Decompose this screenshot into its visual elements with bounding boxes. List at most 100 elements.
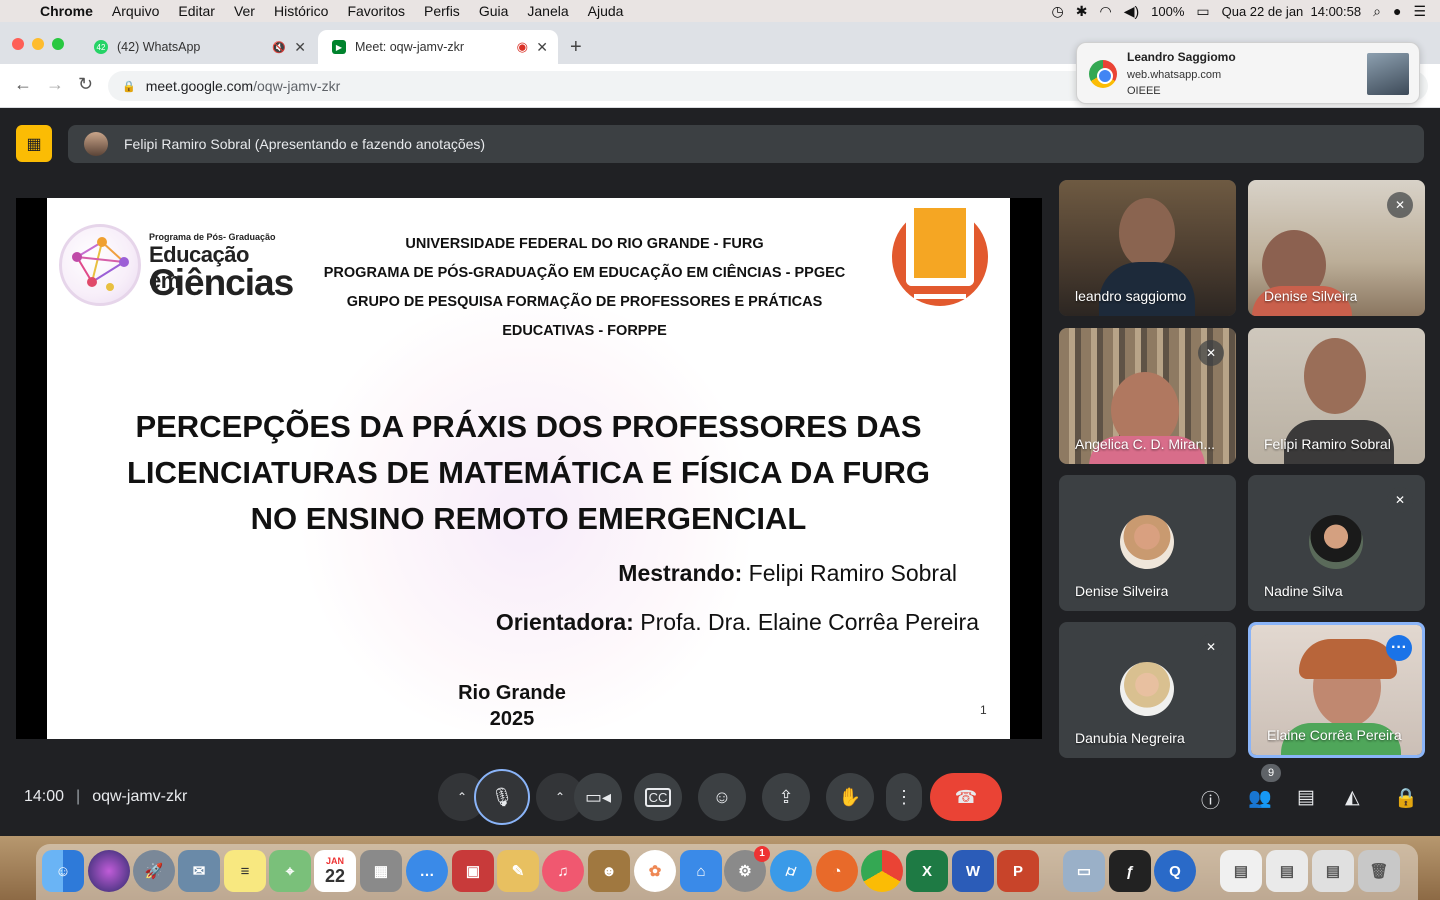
meeting-details-icon[interactable]: ⓘ	[1201, 786, 1220, 813]
reactions-button[interactable]: ☺	[698, 773, 746, 821]
muted-mic-icon: ✕	[1198, 634, 1224, 660]
menu-editar[interactable]: Editar	[178, 3, 215, 19]
document-stack-icon[interactable]: ▤	[1266, 850, 1308, 892]
launchpad-icon[interactable]: 🚀	[133, 850, 175, 892]
lock-icon[interactable]: 🔒	[122, 80, 136, 93]
battery-icon[interactable]: ▭	[1196, 3, 1209, 20]
window-close-button[interactable]	[12, 38, 24, 50]
menu-historico[interactable]: Histórico	[274, 3, 328, 19]
finder-icon[interactable]: ☺	[42, 850, 84, 892]
participant-tile[interactable]: ✕ Danubia Negreira	[1059, 622, 1236, 758]
host-controls-icon[interactable]: 🔒	[1394, 786, 1418, 810]
notification-message: OIEEE	[1127, 85, 1161, 97]
messages-icon[interactable]: …	[406, 850, 448, 892]
image-capture-icon[interactable]: ✉	[178, 850, 220, 892]
more-vert-icon: ⋮	[895, 786, 913, 807]
forward-button[interactable]: →	[46, 74, 64, 95]
participant-tile[interactable]: Denise Silveira	[1059, 475, 1236, 611]
music-icon[interactable]: ♫	[542, 850, 584, 892]
volume-icon[interactable]: ◀)	[1124, 3, 1139, 20]
participant-tile-active-speaker[interactable]: ··· Elaine Corrêa Pereira	[1248, 622, 1425, 758]
tab-close-icon[interactable]: ✕	[294, 39, 306, 56]
document-stack-icon[interactable]: ▤	[1312, 850, 1354, 892]
word-icon[interactable]: W	[952, 850, 994, 892]
present-button[interactable]: ⇪	[762, 773, 810, 821]
time-machine-icon[interactable]: ◷	[1052, 3, 1064, 20]
maps-icon[interactable]: ⌖	[269, 850, 311, 892]
chat-icon[interactable]: ▤	[1297, 786, 1315, 809]
stop-presentation-icon[interactable]: ▦	[16, 125, 52, 162]
presenter-avatar	[84, 132, 108, 156]
whatsapp-notification[interactable]: Leandro Saggiomo web.whatsapp.com OIEEE	[1076, 42, 1420, 104]
leave-call-button[interactable]: ☎	[930, 773, 1002, 821]
quicktime-icon[interactable]: Q	[1154, 850, 1196, 892]
menu-ver[interactable]: Ver	[234, 3, 255, 19]
tab-whatsapp[interactable]: 42 (42) WhatsApp 🔇 ✕	[80, 30, 316, 64]
menu-arquivo[interactable]: Arquivo	[112, 3, 159, 19]
siri-icon[interactable]: ●	[1393, 3, 1401, 19]
bluetooth-icon[interactable]: ✱	[1076, 3, 1088, 20]
participant-tile[interactable]: ✕ Nadine Silva	[1248, 475, 1425, 611]
menu-janela[interactable]: Janela	[527, 3, 568, 19]
menu-favoritos[interactable]: Favoritos	[347, 3, 405, 19]
more-options-icon[interactable]: ···	[1386, 635, 1412, 661]
tab-meet[interactable]: ▶ Meet: oqw-jamv-zkr ◉ ✕	[318, 30, 558, 64]
captions-button[interactable]: CC	[634, 773, 682, 821]
calendar-icon[interactable]: JAN 22	[314, 850, 356, 892]
calculator-icon[interactable]: ▦	[360, 850, 402, 892]
document-stack-icon[interactable]: ▤	[1220, 850, 1262, 892]
flash-player-icon[interactable]: ƒ	[1109, 850, 1151, 892]
photo-booth-icon[interactable]: ▣	[452, 850, 494, 892]
chrome-dock-icon[interactable]	[861, 850, 903, 892]
menu-guia[interactable]: Guia	[479, 3, 509, 19]
wifi-icon[interactable]: ◠	[1099, 3, 1111, 20]
macos-menubar: Chrome Arquivo Editar Ver Histórico Favo…	[0, 0, 1440, 22]
back-button[interactable]: ←	[14, 74, 32, 95]
safari-icon[interactable]: ⌭	[770, 850, 812, 892]
meet-main: ▦ Felipi Ramiro Sobral (Apresentando e f…	[0, 108, 1440, 836]
notes-icon[interactable]: ≡	[224, 850, 266, 892]
powerpoint-icon[interactable]: P	[997, 850, 1039, 892]
orientadora-line: Orientadora: Profa. Dra. Elaine Corrêa P…	[347, 609, 979, 636]
trash-icon[interactable]: 🗑	[1358, 850, 1400, 892]
menu-ajuda[interactable]: Ajuda	[588, 3, 624, 19]
contacts-icon[interactable]: ☻	[588, 850, 630, 892]
participant-tile[interactable]: leandro saggiomo	[1059, 180, 1236, 316]
camera-button[interactable]: ▭◂	[574, 773, 622, 821]
participant-name: Felipi Ramiro Sobral	[1264, 436, 1391, 452]
microphone-button[interactable]: 🎙	[474, 769, 530, 825]
presenter-label: Felipi Ramiro Sobral (Apresentando e faz…	[124, 136, 486, 152]
excel-icon[interactable]: X	[906, 850, 948, 892]
reload-button[interactable]: ↻	[78, 74, 93, 95]
new-tab-button[interactable]: +	[570, 36, 582, 59]
participant-tile[interactable]: Felipi Ramiro Sobral	[1248, 328, 1425, 464]
window-minimize-button[interactable]	[32, 38, 44, 50]
text-edit-icon[interactable]: ✎	[497, 850, 539, 892]
chrome-icon	[1089, 60, 1117, 88]
participant-count-badge: 9	[1261, 764, 1281, 782]
preview-icon[interactable]: ▭	[1063, 850, 1105, 892]
system-preferences-icon[interactable]: ⚙ 1	[724, 846, 770, 892]
keynote-icon[interactable]: ⌂	[680, 850, 722, 892]
participant-tile[interactable]: ✕ Angelica C. D. Miran...	[1059, 328, 1236, 464]
muted-mic-icon: ✕	[1198, 340, 1224, 366]
tab-audio-muted-icon[interactable]: 🔇	[272, 41, 286, 54]
participant-tile[interactable]: ✕ Denise Silveira	[1248, 180, 1425, 316]
menubar-datetime[interactable]: Qua 22 de jan 14:00:58	[1222, 4, 1362, 19]
slide-header: UNIVERSIDADE FEDERAL DO RIO GRANDE - FUR…	[287, 230, 882, 346]
spotlight-search-icon[interactable]: ⌕	[1373, 3, 1381, 20]
window-zoom-button[interactable]	[52, 38, 64, 50]
control-center-icon[interactable]: ☰	[1413, 3, 1426, 20]
siri-icon[interactable]	[88, 850, 130, 892]
activities-icon[interactable]: ◭	[1345, 786, 1360, 809]
firefox-icon[interactable]: ◔	[816, 850, 858, 892]
raise-hand-button[interactable]: ✋	[826, 773, 874, 821]
presenter-banner: Felipi Ramiro Sobral (Apresentando e faz…	[68, 125, 1424, 163]
more-options-button[interactable]: ⋮	[886, 773, 922, 821]
tab-close-icon[interactable]: ✕	[536, 39, 548, 56]
people-icon[interactable]: 👥	[1248, 786, 1272, 810]
menu-perfis[interactable]: Perfis	[424, 3, 460, 19]
slide-title: PERCEPÇÕES DA PRÁXIS DOS PROFESSORES DAS…	[67, 404, 990, 542]
menu-app-name[interactable]: Chrome	[40, 3, 93, 19]
photos-icon[interactable]: ✿	[634, 850, 676, 892]
